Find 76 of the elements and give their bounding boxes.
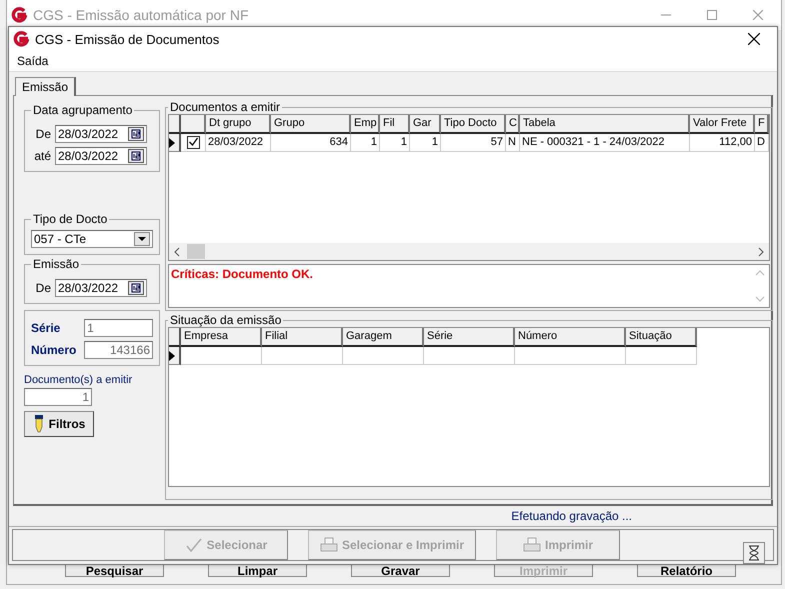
table-cell: 28/03/2022 — [206, 134, 271, 152]
column-header[interactable]: F — [755, 115, 769, 134]
table-cell: NE - 000321 - 1 - 24/03/2022 — [520, 134, 690, 152]
date-field[interactable]: 28/03/2022 — [55, 279, 147, 297]
table-cell: 1 — [351, 134, 380, 152]
table-cell: N — [506, 134, 520, 152]
table-cell: 1 — [380, 134, 410, 152]
checkbox[interactable] — [186, 136, 200, 149]
logo-icon — [13, 31, 29, 47]
group-title: Emissão — [32, 257, 80, 271]
close-icon — [753, 10, 763, 20]
document-type-dropdown[interactable]: 057 - CTe — [31, 230, 153, 248]
calendar-icon[interactable] — [128, 127, 144, 141]
hourglass-icon — [747, 545, 761, 561]
table-cell — [626, 347, 697, 365]
tab[interactable]: Emissão — [15, 77, 76, 96]
date-field[interactable]: 28/03/2022 — [55, 147, 147, 165]
column-header[interactable]: Valor Frete — [690, 115, 755, 134]
dialog-title: CGS - Emissão de Documentos — [35, 32, 220, 46]
column-header[interactable]: Situação — [626, 328, 697, 347]
column-header[interactable]: Empresa — [181, 328, 262, 347]
column-header[interactable]: Dt grupo — [206, 115, 271, 134]
calendar-icon[interactable] — [128, 149, 144, 163]
column-header[interactable]: Tipo Docto — [441, 115, 506, 134]
group-title: Situação da emissão — [169, 313, 282, 327]
column-header[interactable]: Filial — [262, 328, 343, 347]
group-title: Data agrupamento — [32, 103, 134, 117]
status-message: Efetuando gravação ... — [511, 509, 632, 523]
field-label: até — [33, 149, 51, 163]
number-field[interactable]: 143166 — [84, 341, 153, 359]
calendar-icon[interactable] — [128, 281, 144, 295]
check-icon — [184, 537, 203, 553]
table-cell: D — [755, 134, 769, 152]
field-label: De — [34, 281, 51, 295]
column-header[interactable]: Fil — [380, 115, 410, 134]
table-cell: 634 — [271, 134, 351, 152]
field-label: Documento(s) a emitir — [24, 374, 132, 386]
horizontal-scrollbar[interactable] — [169, 243, 769, 260]
column-header[interactable]: C — [506, 115, 520, 134]
column-header[interactable] — [181, 115, 206, 134]
logo-icon — [11, 7, 27, 23]
column-header[interactable]: Garagem — [343, 328, 424, 347]
column-header[interactable]: Tabela — [520, 115, 690, 134]
menu-item[interactable]: Saída — [13, 54, 52, 68]
critics-message: Críticas: Documento OK. — [171, 267, 314, 283]
series-field[interactable]: 1 — [84, 319, 153, 337]
table-cell: 57 — [441, 134, 506, 152]
header-corner — [169, 328, 181, 347]
count-field[interactable]: 1 — [24, 388, 92, 406]
column-header[interactable]: Gar — [410, 115, 441, 134]
column-header[interactable]: Emp — [351, 115, 380, 134]
minimize-icon — [661, 14, 671, 16]
printer-icon — [522, 537, 541, 553]
column-header[interactable]: Número — [515, 328, 626, 347]
hourglass-button[interactable] — [743, 542, 765, 564]
maximize-icon — [707, 10, 717, 20]
scroll-left-icon[interactable] — [173, 246, 181, 256]
group-title: Documentos a emitir — [169, 100, 282, 114]
header-corner — [169, 115, 181, 134]
close-icon — [748, 33, 760, 45]
group-title: Tipo de Docto — [32, 212, 108, 226]
filters-button[interactable]: Filtros — [24, 411, 94, 437]
field-label: Série — [31, 321, 62, 335]
column-header[interactable]: Grupo — [271, 115, 351, 134]
field-label: De — [34, 127, 51, 141]
row-indicator[interactable] — [169, 134, 181, 152]
date-field[interactable]: 28/03/2022 — [55, 125, 147, 143]
scroll-right-icon[interactable] — [757, 246, 765, 256]
table-cell: 112,00 — [690, 134, 755, 152]
field-label: Número — [31, 343, 78, 357]
window-title: CGS - Emissão automática por NF — [33, 7, 250, 23]
row-indicator[interactable] — [169, 347, 181, 365]
scroll-thumb[interactable] — [187, 244, 205, 259]
table-cell: 1 — [410, 134, 441, 152]
column-header[interactable]: Série — [424, 328, 515, 347]
printer-icon — [320, 537, 338, 553]
